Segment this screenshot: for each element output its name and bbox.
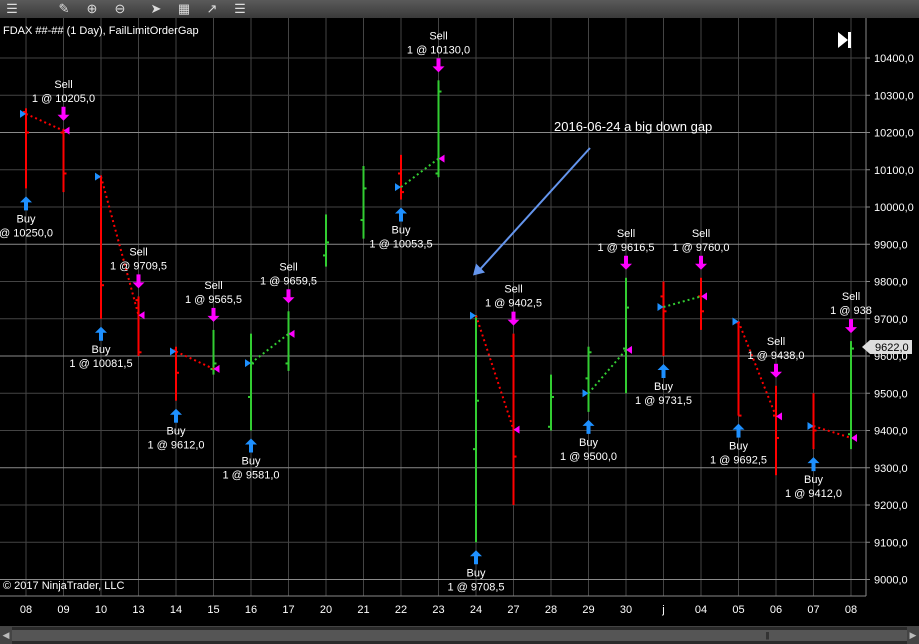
y-tick-label: 9100,0 bbox=[874, 537, 908, 549]
buy-arrow-icon bbox=[736, 428, 741, 438]
x-tick-label: 06 bbox=[770, 604, 782, 616]
x-tick-label: 09 bbox=[57, 604, 69, 616]
x-tick-label: 22 bbox=[395, 604, 407, 616]
zoom-out-icon[interactable]: ⊖ bbox=[110, 0, 130, 18]
x-tick-label: 20 bbox=[320, 604, 332, 616]
sell-arrow-icon bbox=[436, 58, 441, 68]
y-tick-label: 9000,0 bbox=[874, 575, 908, 587]
y-tick-label: 10100,0 bbox=[874, 165, 914, 177]
sell-arrow-icon bbox=[286, 289, 291, 299]
chart-title: FDAX ##-## (1 Day), FailLimitOrderGap bbox=[3, 25, 199, 37]
sell-arrow-icon bbox=[624, 255, 628, 265]
data-box-icon[interactable]: ▦ bbox=[174, 0, 194, 18]
x-tick-label: 08 bbox=[20, 604, 32, 616]
buy-arrow-icon bbox=[24, 201, 28, 211]
x-tick-label: 14 bbox=[170, 604, 182, 616]
buy-arrow-icon bbox=[249, 443, 253, 453]
x-tick-label: 29 bbox=[582, 604, 594, 616]
pointer-icon[interactable]: ➤ bbox=[146, 0, 166, 18]
x-tick-label: 24 bbox=[470, 604, 482, 616]
sell-arrow-icon bbox=[61, 106, 66, 116]
scroll-right-icon[interactable]: ▶ bbox=[907, 627, 919, 644]
svg-text:9622,0: 9622,0 bbox=[875, 342, 909, 354]
x-tick-label: 30 bbox=[620, 604, 632, 616]
buy-arrow-icon bbox=[661, 369, 666, 378]
y-tick-label: 9700,0 bbox=[874, 314, 908, 326]
y-tick-label: 9500,0 bbox=[874, 388, 908, 400]
x-tick-label: j bbox=[661, 604, 664, 616]
x-tick-label: 15 bbox=[207, 604, 219, 616]
buy-arrow-icon bbox=[586, 424, 591, 434]
y-tick-label: 10300,0 bbox=[874, 90, 914, 102]
bar-style-icon[interactable]: ☰ bbox=[2, 0, 22, 18]
x-tick-label: 05 bbox=[732, 604, 744, 616]
x-tick-label: 13 bbox=[132, 604, 144, 616]
sell-arrow-icon bbox=[211, 307, 216, 317]
drawing-tools-icon[interactable]: ↗ bbox=[202, 0, 222, 18]
x-tick-label: 16 bbox=[245, 604, 257, 616]
x-tick-label: 27 bbox=[507, 604, 519, 616]
y-tick-label: 9400,0 bbox=[874, 426, 908, 438]
copyright-text: © 2017 NinjaTrader, LLC bbox=[3, 580, 124, 592]
current-price-marker: 9622,0 bbox=[862, 340, 912, 354]
buy-arrow-icon bbox=[399, 212, 403, 222]
sell-arrow-icon bbox=[699, 255, 703, 265]
sell-arrow-icon bbox=[774, 363, 778, 373]
scroll-left-icon[interactable]: ◀ bbox=[0, 627, 12, 644]
x-tick-label: 17 bbox=[282, 604, 294, 616]
y-tick-label: 10000,0 bbox=[874, 202, 914, 214]
x-tick-label: 28 bbox=[545, 604, 557, 616]
buy-arrow-icon bbox=[811, 462, 816, 472]
sell-arrow-icon bbox=[849, 319, 853, 329]
gap-annotation-text: 2016-06-24 a big down gap bbox=[554, 119, 712, 134]
horizontal-scrollbar[interactable]: ◀ ||| ▶ bbox=[0, 626, 919, 644]
y-tick-label: 10200,0 bbox=[874, 128, 914, 140]
scroll-track[interactable] bbox=[12, 630, 907, 641]
pencil-icon[interactable]: ✎ bbox=[54, 0, 74, 18]
y-tick-label: 9300,0 bbox=[874, 463, 908, 475]
buy-arrow-icon bbox=[474, 555, 478, 565]
x-tick-label: 10 bbox=[95, 604, 107, 616]
x-tick-label: 08 bbox=[845, 604, 857, 616]
zoom-in-icon[interactable]: ⊕ bbox=[82, 0, 102, 18]
buy-arrow-icon bbox=[99, 331, 103, 341]
y-tick-label: 10400,0 bbox=[874, 53, 914, 65]
chart-toolbar: ☰ ✎ ⊕ ⊖ ➤ ▦ ↗ ☰ bbox=[0, 0, 919, 19]
properties-icon[interactable]: ☰ bbox=[230, 0, 250, 18]
y-tick-label: 9800,0 bbox=[874, 277, 908, 289]
sell-arrow-icon bbox=[511, 311, 516, 321]
x-tick-label: 04 bbox=[695, 604, 707, 616]
sell-arrow-icon bbox=[136, 274, 141, 284]
scroll-thumb-grip[interactable]: ||| bbox=[762, 630, 772, 641]
price-chart[interactable]: Buy @ 10250,0Sell 1 @ 10205,0Buy 1 @ 10081,… bbox=[0, 18, 919, 626]
buy-arrow-icon bbox=[174, 413, 178, 423]
y-tick-label: 9200,0 bbox=[874, 500, 908, 512]
x-tick-label: 07 bbox=[807, 604, 819, 616]
x-tick-label: 23 bbox=[432, 604, 444, 616]
y-tick-label: 9900,0 bbox=[874, 239, 908, 251]
x-tick-label: 21 bbox=[357, 604, 369, 616]
